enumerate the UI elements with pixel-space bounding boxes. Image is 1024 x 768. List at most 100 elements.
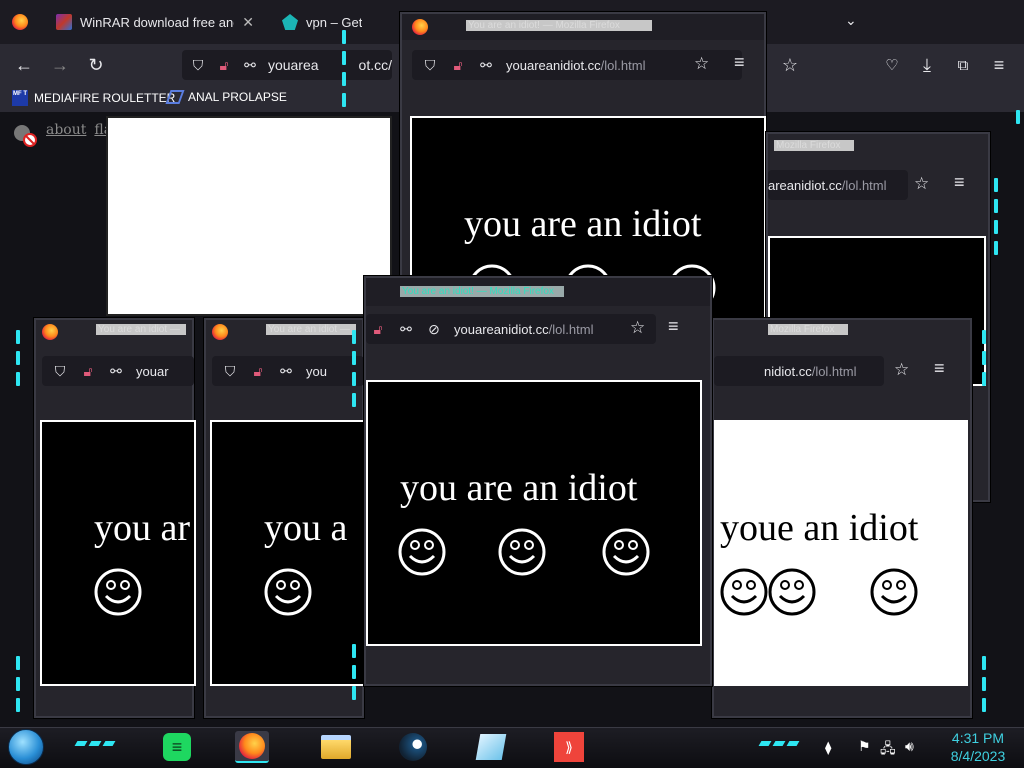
chevron-down-icon[interactable]: ⌄ [845, 12, 857, 29]
window-title: You are an idiot — [96, 324, 186, 335]
frame-accent [994, 178, 1000, 255]
frame-accent [16, 656, 22, 712]
shield-icon: ⛉ [224, 362, 236, 379]
permissions-icon: ⚯ [280, 362, 292, 379]
tab-winrar[interactable]: WinRAR download free and sup ✕ [46, 6, 264, 38]
frame-accent [352, 330, 358, 407]
popup-window-left-1[interactable]: You are an idiot — ⛉ 🔓︎ ⚯ youar you ar [34, 318, 196, 718]
url-bar[interactable]: areanidiot.cc/lol.html [768, 170, 908, 200]
idiot-message: you a [264, 507, 348, 549]
url-domain: youareanidiot.cc [506, 57, 601, 73]
smiley-icon [768, 568, 816, 616]
url-bar[interactable]: ⛉ 🔓︎ ⚯ youareanidiot.cc/lol.html [412, 50, 742, 80]
anydesk-icon: ⟫ [554, 732, 584, 762]
flag-icon[interactable]: ⚑ [858, 738, 871, 755]
popup-window-right-lower[interactable]: Mozilla Firefox nidiot.cc/lol.html ☆ ≡ y… [712, 318, 972, 718]
clock-date: 8/4/2023 [950, 748, 1006, 764]
close-icon[interactable]: ✕ [242, 14, 254, 31]
permissions-icon: ⚯ [110, 362, 122, 379]
about-link[interactable]: about [46, 122, 86, 138]
firefox-icon [412, 19, 428, 35]
winrar-icon [56, 14, 72, 30]
frame-accent [1016, 110, 1022, 124]
tab-vpn[interactable]: vpn – Get It's Ex [272, 6, 362, 38]
menu-icon[interactable]: ≡ [734, 52, 745, 73]
url-domain: you [306, 363, 327, 379]
back-icon[interactable]: ← [11, 52, 37, 78]
url-path: /lol.html [548, 321, 594, 337]
popup-window-center[interactable]: You are an idiot! — Mozilla Firefox ⛉ 🔓︎… [364, 276, 712, 686]
taskbar-accent [74, 741, 116, 746]
taskbar-app-anydesk[interactable]: ⟫ [552, 731, 586, 763]
page-content: you a [210, 420, 366, 686]
taskbar-app-spotify[interactable]: ≡ [160, 731, 194, 763]
frame-accent [16, 330, 22, 386]
firefox-icon [239, 733, 265, 759]
window-title: You are an idiot! — Mozilla Firefox [400, 286, 564, 297]
url-path: /lol.html [811, 363, 857, 379]
url-bar[interactable]: ⛉ 🔓︎ ⚯ ⊘ youareanidiot.cc/lol.html [366, 314, 656, 344]
taskbar-accent [758, 741, 800, 746]
shield-icon: ⛉ [192, 56, 204, 73]
taskbar-app-steam[interactable] [396, 731, 430, 763]
tracking-off-icon: ⊘ [428, 320, 440, 337]
file-explorer-icon [321, 735, 351, 759]
permissions-icon: ⚯ [400, 320, 412, 337]
taskbar-app-notepad[interactable] [474, 731, 508, 763]
url-bar[interactable]: ⛉ 🔓︎ ⚯ you [212, 356, 364, 386]
bookmark-second[interactable]: ANAL PROLAPSE [165, 90, 287, 104]
window-title: Mozilla Firefox [768, 324, 848, 335]
clock-time: 4:31 PM [951, 730, 1005, 746]
menu-icon[interactable]: ≡ [954, 172, 965, 193]
lock-warning-icon: 🔓︎ [453, 56, 463, 73]
url-domain: youareanidiot.cc [454, 321, 549, 337]
smiley-icon [498, 528, 546, 576]
lock-warning-icon: 🔓︎ [373, 320, 383, 337]
firefox-icon[interactable] [12, 14, 28, 30]
menu-icon[interactable]: ≡ [668, 316, 679, 337]
tab-title: WinRAR download free and sup [80, 14, 234, 30]
shield-icon: ⛉ [424, 56, 436, 73]
lock-warning-icon: 🔓︎ [219, 56, 229, 73]
url-domain: areanidiot.cc [768, 177, 842, 193]
url-bar[interactable]: nidiot.cc/lol.html [714, 356, 884, 386]
network-icon[interactable]: 🖧︎ [880, 738, 896, 762]
smiley-icon [398, 528, 446, 576]
show-desktop-icon[interactable]: ⧫ [825, 740, 831, 756]
pocket-icon[interactable]: ♡ [879, 52, 905, 78]
bookmark-star-icon[interactable]: ☆ [630, 318, 645, 338]
window-title: Mozilla Firefox [774, 140, 854, 151]
bookmark-star-icon[interactable]: ☆ [777, 52, 803, 78]
extensions-icon[interactable]: ⧉ [950, 52, 976, 78]
clock[interactable]: 4:31 PM 8/4/2023 [935, 729, 1021, 765]
vpn-icon [282, 14, 298, 30]
bookmark-label: MEDIAFIRE ROULETTER [34, 91, 176, 105]
bookmark-star-icon[interactable]: ☆ [894, 360, 909, 380]
menu-icon[interactable]: ≡ [986, 52, 1012, 78]
lock-warning-icon: 🔓︎ [253, 362, 263, 379]
url-bar[interactable]: ⛉ 🔓︎ ⚯ youarea ot.cc/ [182, 50, 392, 80]
bookmark-label: ANAL PROLAPSE [188, 90, 287, 104]
popup-window-left-2[interactable]: You are an idiot — ⛉ 🔓︎ ⚯ you you a [204, 318, 366, 718]
forward-icon[interactable]: → [47, 52, 73, 78]
url-path: /lol.html [600, 57, 646, 73]
flash-placeholder [106, 116, 392, 316]
smiley-icon [264, 568, 312, 616]
bookmark-mediafire[interactable]: MF T MEDIAFIRE ROULETTER [12, 90, 175, 106]
downloads-icon[interactable]: ⤓ [914, 52, 940, 78]
spotify-icon: ≡ [163, 733, 191, 761]
menu-icon[interactable]: ≡ [934, 358, 945, 379]
url-bar[interactable]: ⛉ 🔓︎ ⚯ youar [42, 356, 194, 386]
smiley-icon [602, 528, 650, 576]
url-text-tail: ot.cc/ [358, 57, 393, 73]
window-title: You are an idiot — [266, 324, 356, 335]
bookmark-star-icon[interactable]: ☆ [914, 174, 929, 194]
taskbar-app-file-explorer[interactable] [319, 731, 353, 763]
lock-warning-icon: 🔓︎ [83, 362, 93, 379]
volume-icon[interactable]: 🔊︎ [905, 738, 914, 755]
bookmark-star-icon[interactable]: ☆ [694, 54, 709, 74]
firefox-icon [212, 324, 228, 340]
taskbar-app-firefox[interactable] [235, 731, 269, 763]
reload-icon[interactable]: ↻ [83, 52, 109, 78]
start-button[interactable] [8, 729, 44, 765]
